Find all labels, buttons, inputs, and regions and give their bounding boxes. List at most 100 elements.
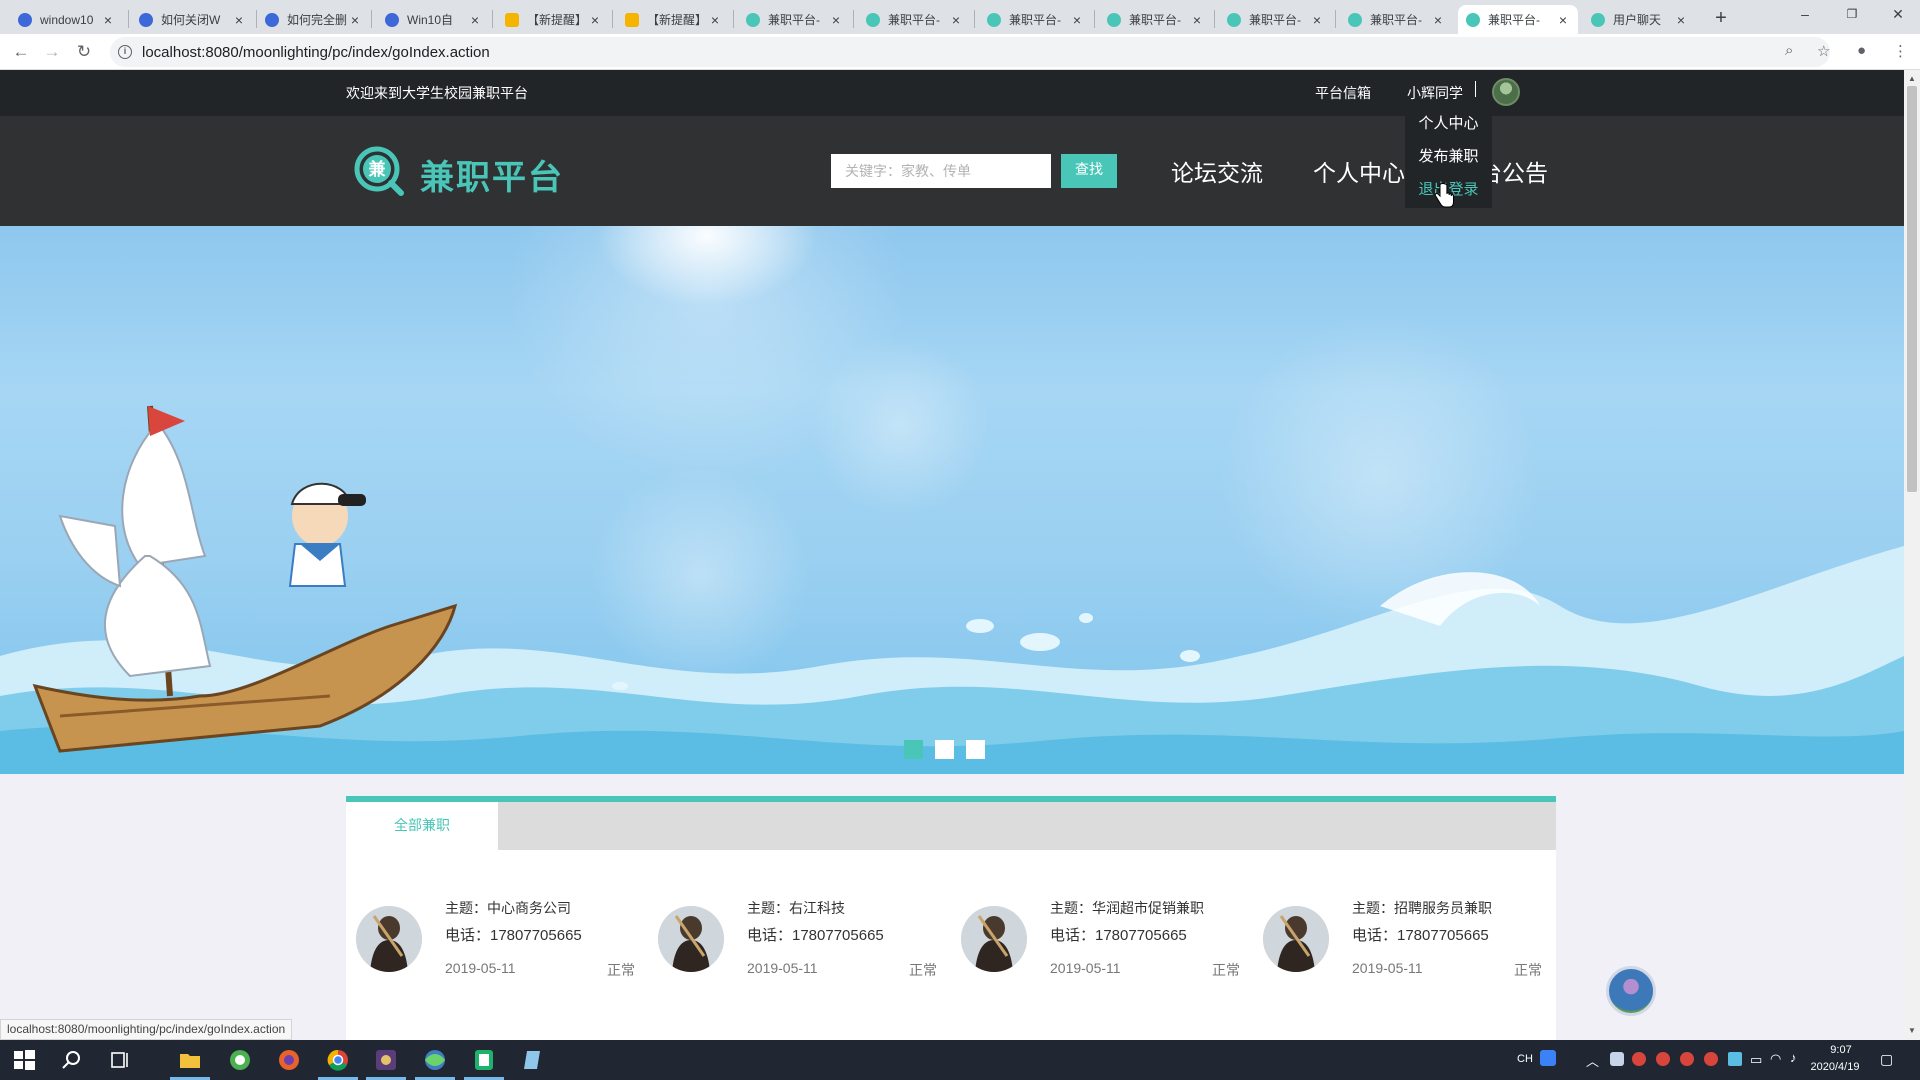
browser-tab[interactable]: 【新提醒】 × [497,5,610,34]
qq-icon[interactable] [1680,1052,1694,1066]
site-logo-icon [987,12,1001,27]
close-icon[interactable]: × [949,12,963,28]
close-icon[interactable]: × [101,12,115,28]
battery-icon[interactable]: ▭ [1750,1052,1762,1068]
carousel-dot[interactable] [966,740,985,759]
menu-icon[interactable]: ⋮ [1893,42,1908,60]
job-card[interactable]: 主题：华润超市促销兼职 电话：17807705665 2019-05-11 正常 [951,898,1241,978]
browser-tab[interactable]: 兼职平台- × [1219,5,1332,34]
scrollbar-thumb[interactable] [1907,86,1917,492]
dropdown-item-post-job[interactable]: 发布兼职 [1405,141,1492,174]
nav-forum[interactable]: 论坛交流 [1171,154,1263,188]
search-input[interactable] [831,154,1051,188]
username-link[interactable]: 小辉同学 [1407,83,1463,103]
search-button[interactable]: 查找 [1061,154,1117,188]
profile-icon[interactable]: ● [1857,42,1866,59]
browser-tab[interactable]: 如何关闭W × [131,5,254,34]
eclipse-icon[interactable] [423,1048,447,1072]
tray-app-icon[interactable] [1728,1052,1742,1066]
tab-all-jobs[interactable]: 全部兼职 [346,802,498,850]
new-tab-button[interactable]: + [1708,6,1734,32]
tab-title: 如何关闭W [161,13,221,27]
browser-tab[interactable]: 兼职平台- × [1340,5,1453,34]
chrome-icon[interactable] [326,1048,350,1072]
chat-float-avatar[interactable] [1606,966,1656,1016]
browser-tab[interactable]: 用户聊天 × [1583,5,1696,34]
dropdown-item-personal-center[interactable]: 个人中心 [1405,108,1492,141]
window-close-button[interactable]: ✕ [1868,0,1920,30]
qq-icon[interactable] [1632,1052,1646,1066]
input-method-icon[interactable] [1540,1050,1556,1066]
mailbox-link[interactable]: 平台信箱 [1315,83,1371,103]
app-green-icon[interactable] [228,1048,252,1072]
windows-start-icon[interactable] [12,1048,36,1072]
hero-banner[interactable] [0,226,1904,774]
clock-time[interactable]: 9:07 [1817,1044,1865,1056]
browser-tab[interactable]: 兼职平台- × [738,5,851,34]
reload-button[interactable]: ↻ [72,40,96,64]
file-explorer-icon[interactable] [178,1048,202,1072]
avatar[interactable] [1492,78,1520,106]
clock-date[interactable]: 2020/4/19 [1800,1061,1870,1073]
address-bar[interactable]: i localhost:8080/moonlighting/pc/index/g… [110,37,1830,67]
job-phone: 电话：17807705665 [747,927,884,944]
ime-indicator[interactable]: CH [1517,1053,1533,1065]
browser-tab[interactable]: 兼职平台- × [858,5,971,34]
close-icon[interactable]: × [1070,12,1084,28]
banner-illustration [0,226,1904,774]
job-card[interactable]: 主题：右江科技 电话：17807705665 2019-05-11 正常 [648,898,938,978]
close-icon[interactable]: × [1556,12,1570,28]
browser-tab[interactable]: 兼职平台- × [979,5,1092,34]
firefox-icon[interactable] [277,1048,301,1072]
qq-icon[interactable] [1656,1052,1670,1066]
info-icon[interactable]: i [118,45,132,59]
bookmark-star-icon[interactable]: ☆ [1817,42,1830,60]
close-icon[interactable]: × [1674,12,1688,28]
carousel-dot[interactable] [904,740,923,759]
browser-tab[interactable]: 【新提醒】 × [617,5,730,34]
notepad-icon[interactable] [521,1048,545,1072]
close-icon[interactable]: × [1310,12,1324,28]
zoom-icon[interactable]: ⌕ [1785,42,1793,59]
logo-icon[interactable]: 兼 [353,145,405,197]
tab-title: 如何完全删 [287,13,348,27]
back-button[interactable]: ← [9,40,33,64]
close-icon[interactable]: × [708,12,722,28]
app-purple-icon[interactable] [374,1048,398,1072]
browser-tab[interactable]: Win10自 × [377,5,490,34]
search-icon[interactable] [60,1048,84,1072]
logo-text[interactable]: 兼职平台 [420,150,564,199]
tray-chevron-icon[interactable]: ︿ [1586,1051,1599,1070]
job-card[interactable]: 主题：中心商务公司 电话：17807705665 2019-05-11 正常 [346,898,636,978]
scroll-down-arrow-icon[interactable]: ▼ [1908,1026,1916,1035]
browser-tab-active[interactable]: 兼职平台- × [1458,5,1578,34]
site-logo-icon [1466,12,1480,27]
page-scrollbar[interactable]: ▲ ▼ [1904,70,1920,1040]
close-icon[interactable]: × [829,12,843,28]
close-icon[interactable]: × [1431,12,1445,28]
qq-icon[interactable] [1704,1052,1718,1066]
browser-tab[interactable]: 兼职平台- × [1099,5,1212,34]
scroll-up-arrow-icon[interactable]: ▲ [1908,74,1916,83]
task-view-icon[interactable] [108,1048,132,1072]
close-icon[interactable]: × [1190,12,1204,28]
close-icon[interactable]: × [588,12,602,28]
address-url[interactable]: localhost:8080/moonlighting/pc/index/goI… [142,44,490,61]
browser-tab[interactable]: window10 × [10,5,123,34]
tray-app-icon[interactable] [1610,1052,1624,1066]
close-icon[interactable]: × [348,12,362,28]
notification-icon[interactable]: ▢ [1880,1051,1893,1068]
spreadsheet-icon[interactable] [472,1048,496,1072]
nav-personal-center[interactable]: 个人中心 [1313,154,1405,188]
carousel-dot[interactable] [935,740,954,759]
welcome-text: 欢迎来到大学生校园兼职平台 [346,85,528,101]
job-status: 正常 [1514,962,1542,978]
close-icon[interactable]: × [232,12,246,28]
browser-tab[interactable]: 如何完全删 × [257,5,370,34]
job-card[interactable]: 主题：招聘服务员兼职 电话：17807705665 2019-05-11 正常 [1253,898,1543,978]
forward-button[interactable]: → [40,40,64,64]
wifi-icon[interactable]: ◠ [1770,1051,1781,1067]
site-logo-icon [1227,12,1241,27]
volume-icon[interactable]: ♪ [1790,1050,1797,1065]
close-icon[interactable]: × [468,12,482,28]
